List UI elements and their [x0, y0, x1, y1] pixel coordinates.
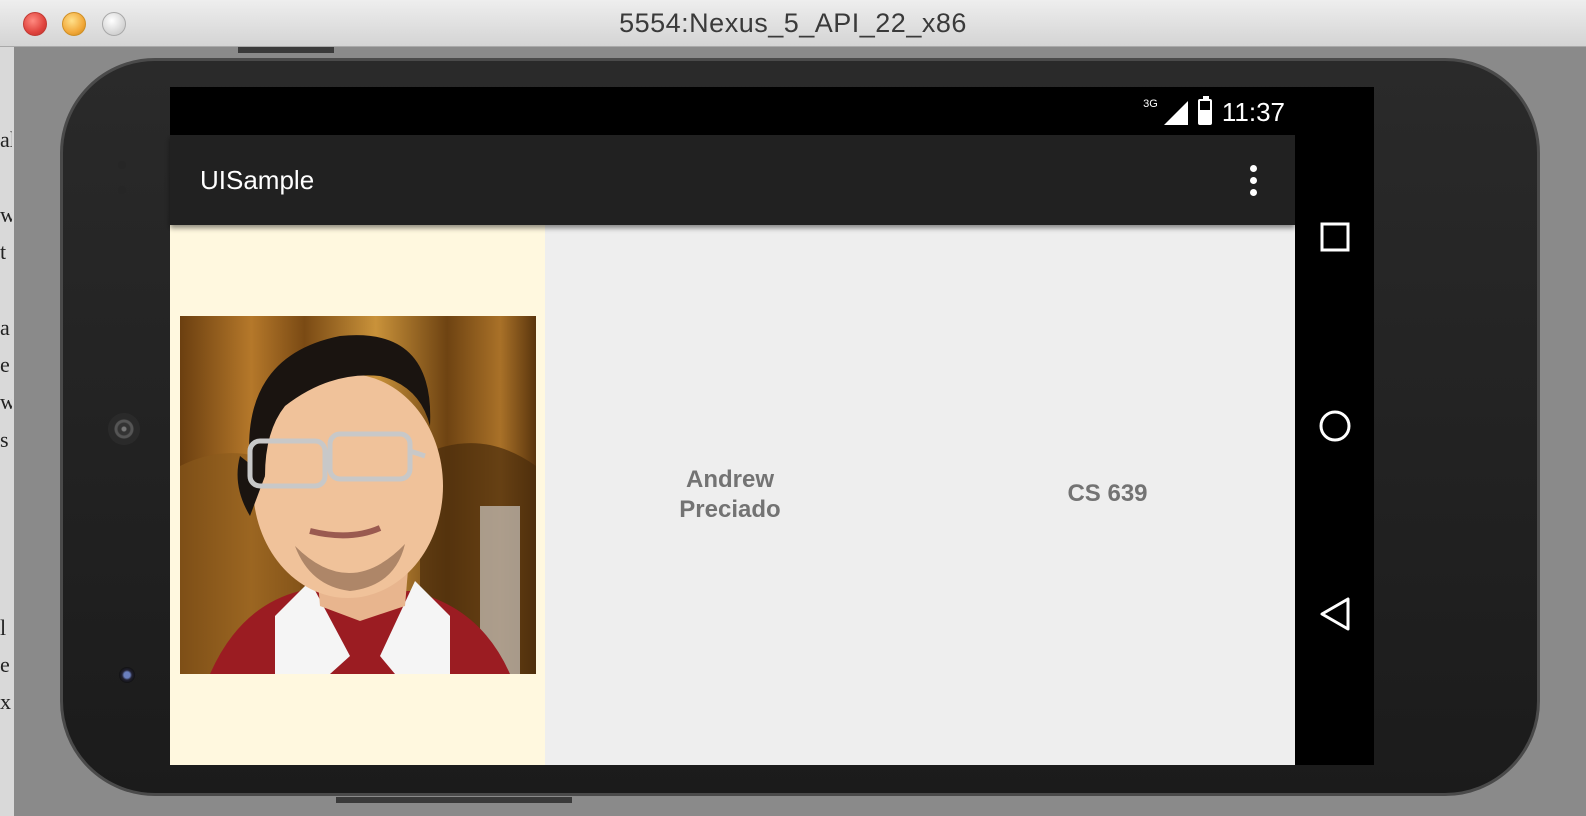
background-text: w: [0, 389, 12, 414]
background-text: e: [0, 352, 10, 377]
battery-level-fill: [1199, 109, 1210, 123]
background-text: t: [0, 239, 7, 264]
battery-icon: [1197, 96, 1212, 125]
left-pane: [170, 225, 545, 765]
background-text: s: [0, 427, 9, 452]
background-text: l: [0, 615, 7, 640]
course-label: CS 639: [1067, 480, 1148, 507]
more-vert-icon[interactable]: [1233, 157, 1273, 203]
background-text: w: [0, 202, 12, 227]
main-content: Andrew Preciado CS 639: [170, 225, 1295, 765]
background-text: e: [0, 652, 10, 677]
background-text: a: [0, 315, 10, 340]
dot: [1249, 176, 1257, 184]
network-type-label: 3G: [1143, 98, 1158, 110]
window-title: 5554:Nexus_5_API_22_x86: [619, 8, 967, 38]
status-bar: 3G 11:37: [170, 87, 1295, 135]
window-title-bar[interactable]: 5554:Nexus_5_API_22_x86: [0, 0, 1586, 47]
app-title: UISample: [200, 165, 315, 195]
home-button[interactable]: [1311, 402, 1359, 450]
navigation-bar: [1295, 87, 1374, 765]
circle-icon: [1319, 410, 1351, 442]
status-time: 11:37: [1221, 96, 1285, 127]
window-tab-indicator: [336, 797, 572, 803]
signal-icon: [1163, 101, 1188, 125]
profile-photo: [180, 316, 536, 674]
speaker-grille-icon: [108, 413, 140, 445]
background-window: al w t a e w s l e x: [0, 47, 14, 816]
front-camera-icon: [119, 667, 135, 683]
square-icon: [1320, 222, 1350, 252]
proximity-sensor: [118, 161, 126, 169]
dot: [1249, 188, 1257, 196]
window-tab-indicator: [238, 47, 334, 53]
back-button[interactable]: [1311, 590, 1359, 638]
triangle-back-icon: [1320, 597, 1350, 631]
name-label: Andrew Preciado: [640, 465, 820, 525]
name-text: Andrew Preciado: [679, 466, 781, 523]
dot: [1249, 164, 1257, 172]
light-sensor: [118, 186, 126, 194]
recents-button[interactable]: [1311, 213, 1359, 261]
app-bar: UISample: [170, 135, 1295, 225]
background-text: al: [0, 127, 12, 152]
background-text: x: [0, 689, 11, 714]
device-screen[interactable]: 3G 11:37 UISample Andrew Preciado CS 639: [170, 87, 1374, 765]
